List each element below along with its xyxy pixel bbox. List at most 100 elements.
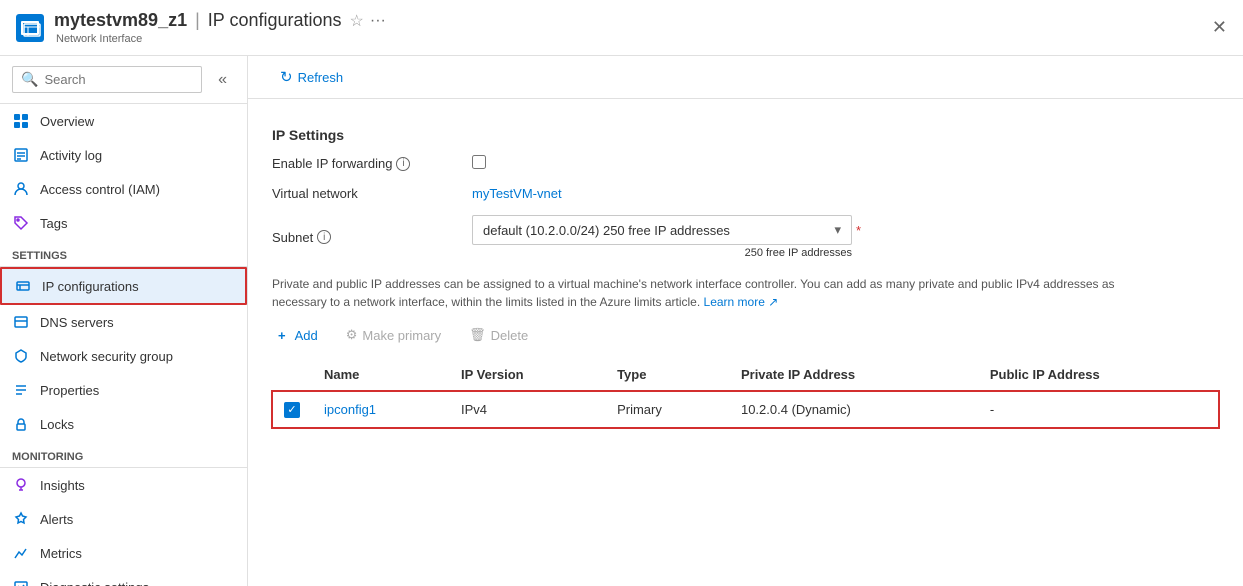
iam-icon xyxy=(12,180,30,198)
search-icon: 🔍 xyxy=(21,71,38,88)
enable-forwarding-row: Enable IP forwarding i xyxy=(272,155,1219,172)
ip-config-icon xyxy=(14,277,32,295)
enable-forwarding-label: Enable IP forwarding i xyxy=(272,156,472,171)
make-primary-button[interactable]: ⚙ Make primary xyxy=(340,323,447,347)
col-name: Name xyxy=(312,359,449,391)
main-layout: 🔍 « Overview Activity log Acces xyxy=(0,56,1243,586)
sidebar-item-activity-log[interactable]: Activity log xyxy=(0,138,247,172)
diagnostic-icon xyxy=(12,578,30,586)
ip-config-table: Name IP Version Type Private IP Address … xyxy=(272,359,1219,429)
learn-more-link[interactable]: Learn more ↗ xyxy=(704,295,779,309)
row-name-cell: ipconfig1 xyxy=(312,391,449,429)
row-type-cell: Primary xyxy=(605,391,729,429)
delete-button[interactable]: 🗑 Delete xyxy=(463,323,534,347)
add-label: Add xyxy=(295,328,318,343)
sidebar-item-diagnostic[interactable]: Diagnostic settings xyxy=(0,570,247,586)
required-indicator: * xyxy=(856,223,861,238)
sidebar-item-nsg-label: Network security group xyxy=(40,349,173,364)
sidebar-item-ip-configurations[interactable]: IP configurations xyxy=(0,267,247,305)
table-body: ✓ ipconfig1 IPv4 Primary 10.2.0.4 (Dynam… xyxy=(272,391,1219,429)
subnet-label: Subnet i xyxy=(272,230,472,245)
close-button[interactable]: ✕ xyxy=(1212,17,1227,38)
more-options-icon[interactable]: ··· xyxy=(370,12,386,30)
subnet-value-container: default (10.2.0.0/24) 250 free IP addres… xyxy=(472,215,1219,259)
add-button[interactable]: + Add xyxy=(272,324,324,347)
table-toolbar: + Add ⚙ Make primary 🗑 Delete xyxy=(272,323,1219,347)
ip-info-text: Private and public IP addresses can be a… xyxy=(272,275,1172,311)
alerts-icon xyxy=(12,510,30,528)
dns-icon xyxy=(12,313,30,331)
sidebar-item-ip-label: IP configurations xyxy=(42,279,139,294)
delete-label: Delete xyxy=(491,328,529,343)
sidebar-item-tags-label: Tags xyxy=(40,216,67,231)
sidebar-item-activity-label: Activity log xyxy=(40,148,102,163)
row-public-ip-cell: - xyxy=(978,391,1219,429)
sidebar-item-metrics-label: Metrics xyxy=(40,546,82,561)
make-primary-label: Make primary xyxy=(362,328,441,343)
row-checked-icon[interactable]: ✓ xyxy=(284,402,300,418)
sidebar-item-metrics[interactable]: Metrics xyxy=(0,536,247,570)
collapse-sidebar-button[interactable]: « xyxy=(210,71,235,89)
main-content: ↻ Refresh IP Settings Enable IP forwardi… xyxy=(248,56,1243,586)
refresh-button[interactable]: ↻ Refresh xyxy=(272,64,351,90)
sidebar-item-dns-label: DNS servers xyxy=(40,315,114,330)
tags-icon xyxy=(12,214,30,232)
sidebar-item-dns[interactable]: DNS servers xyxy=(0,305,247,339)
sidebar-item-locks[interactable]: Locks xyxy=(0,407,247,441)
refresh-icon: ↻ xyxy=(280,68,293,86)
sidebar-item-insights[interactable]: Insights xyxy=(0,468,247,502)
make-primary-icon: ⚙ xyxy=(346,327,358,343)
sidebar-item-locks-label: Locks xyxy=(40,417,74,432)
metrics-icon xyxy=(12,544,30,562)
subnet-dropdown[interactable]: default (10.2.0.0/24) 250 free IP addres… xyxy=(472,215,852,245)
table-row[interactable]: ✓ ipconfig1 IPv4 Primary 10.2.0.4 (Dynam… xyxy=(272,391,1219,429)
col-type: Type xyxy=(605,359,729,391)
col-ip-version: IP Version xyxy=(449,359,605,391)
sidebar-item-iam[interactable]: Access control (IAM) xyxy=(0,172,247,206)
resource-name: mytestvm89_z1 xyxy=(54,10,187,31)
enable-forwarding-info-icon[interactable]: i xyxy=(396,157,410,171)
search-input[interactable] xyxy=(44,72,193,87)
page-title: IP configurations xyxy=(208,10,342,31)
virtual-network-row: Virtual network myTestVM-vnet xyxy=(272,186,1219,201)
delete-icon: 🗑 xyxy=(469,327,486,343)
sidebar-item-properties[interactable]: Properties xyxy=(0,373,247,407)
row-ip-version-cell: IPv4 xyxy=(449,391,605,429)
ipconfig-link[interactable]: ipconfig1 xyxy=(324,402,376,417)
subnet-dropdown-value: default (10.2.0.0/24) 250 free IP addres… xyxy=(483,223,730,238)
sidebar: 🔍 « Overview Activity log Acces xyxy=(0,56,248,586)
insights-icon xyxy=(12,476,30,494)
col-private-ip: Private IP Address xyxy=(729,359,978,391)
resource-icon xyxy=(16,14,44,42)
enable-forwarding-checkbox-container xyxy=(472,155,1219,172)
resource-type-label: Network Interface xyxy=(56,33,386,45)
sidebar-item-diagnostic-label: Diagnostic settings xyxy=(40,580,149,586)
row-private-ip-cell: 10.2.0.4 (Dynamic) xyxy=(729,391,978,429)
overview-icon xyxy=(12,112,30,130)
search-box: 🔍 xyxy=(12,66,202,93)
ip-settings-title: IP Settings xyxy=(272,127,1219,143)
subnet-note: 250 free IP addresses xyxy=(472,247,852,259)
monitoring-section-label: Monitoring xyxy=(0,441,247,467)
favorite-icon[interactable]: ☆ xyxy=(350,11,364,31)
add-icon: + xyxy=(278,328,286,343)
col-public-ip: Public IP Address xyxy=(978,359,1219,391)
header-separator: | xyxy=(195,10,200,31)
virtual-network-link[interactable]: myTestVM-vnet xyxy=(472,186,562,201)
sidebar-item-overview[interactable]: Overview xyxy=(0,104,247,138)
content-toolbar: ↻ Refresh xyxy=(248,56,1243,99)
settings-section-label: Settings xyxy=(0,240,247,266)
virtual-network-value: myTestVM-vnet xyxy=(472,186,1219,201)
header-title-group: mytestvm89_z1 | IP configurations ☆ ··· … xyxy=(54,10,386,45)
sidebar-item-tags[interactable]: Tags xyxy=(0,206,247,240)
sidebar-item-alerts-label: Alerts xyxy=(40,512,73,527)
properties-icon xyxy=(12,381,30,399)
refresh-label: Refresh xyxy=(298,70,344,85)
activity-log-icon xyxy=(12,146,30,164)
sidebar-item-alerts[interactable]: Alerts xyxy=(0,502,247,536)
page-header: mytestvm89_z1 | IP configurations ☆ ··· … xyxy=(0,0,1243,56)
subnet-info-icon[interactable]: i xyxy=(317,230,331,244)
sidebar-item-nsg[interactable]: Network security group xyxy=(0,339,247,373)
table-header: Name IP Version Type Private IP Address … xyxy=(272,359,1219,391)
enable-forwarding-checkbox[interactable] xyxy=(472,155,486,169)
